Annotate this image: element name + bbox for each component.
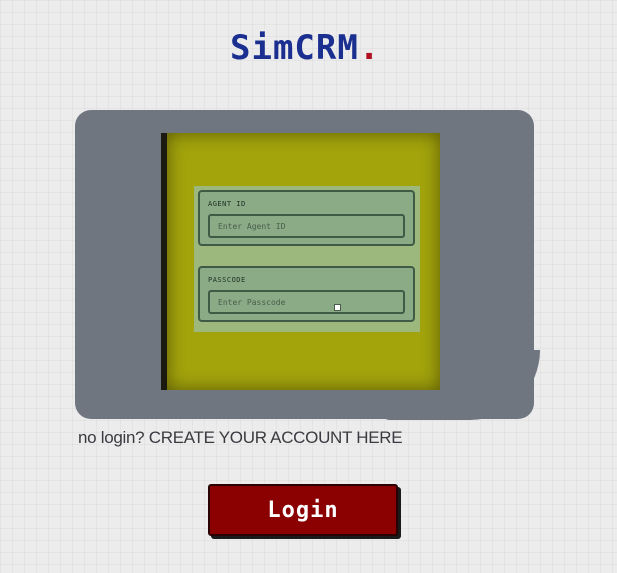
agent-id-group: AGENT ID (198, 190, 415, 246)
passcode-label: PASSCODE (208, 276, 246, 284)
agent-id-label: AGENT ID (208, 200, 246, 208)
passcode-input[interactable] (208, 290, 405, 314)
signup-prompt: no login? CREATE YOUR ACCOUNT HERE (78, 428, 403, 448)
create-account-link[interactable]: CREATE YOUR ACCOUNT HERE (149, 428, 403, 447)
signup-prefix: no login? (78, 428, 145, 447)
logo-text: SimCRM (230, 28, 359, 68)
agent-id-input[interactable] (208, 214, 405, 238)
logo-dot: . (358, 28, 381, 68)
app-logo: SimCRM. (230, 28, 380, 68)
cursor-mark (334, 304, 341, 311)
passcode-group: PASSCODE (198, 266, 415, 322)
login-button[interactable]: Login (208, 484, 398, 536)
